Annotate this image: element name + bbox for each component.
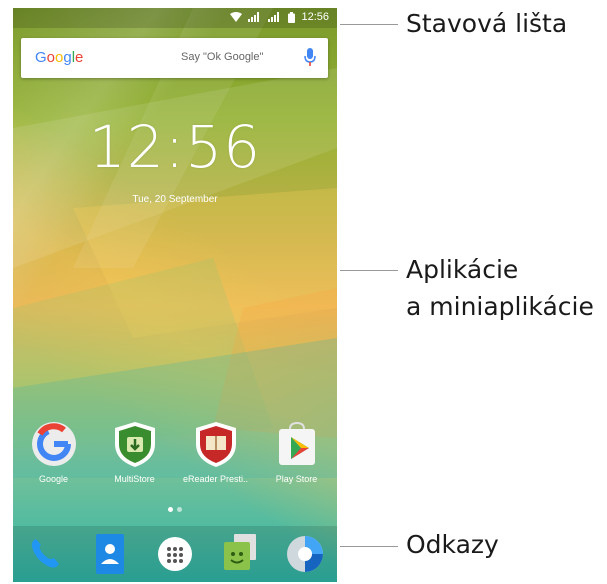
google-icon <box>30 420 78 468</box>
clock-widget[interactable]: 12:56 <box>13 113 337 181</box>
play-store-icon <box>273 420 321 468</box>
search-hint: Say "Ok Google" <box>181 51 264 63</box>
google-search-bar[interactable]: Google Say "Ok Google" <box>21 38 328 78</box>
page-dot-active <box>168 507 173 512</box>
app-row: Google MultiStore eReader Presti.. Play … <box>13 420 337 484</box>
app-play-store[interactable]: Play Store <box>257 420 337 484</box>
multistore-icon <box>111 420 159 468</box>
dock-messaging[interactable] <box>216 530 264 578</box>
app-multistore[interactable]: MultiStore <box>95 420 175 484</box>
page-indicator <box>13 507 337 512</box>
app-label: MultiStore <box>114 474 155 484</box>
battery-icon <box>288 11 296 23</box>
browser-icon <box>286 536 323 572</box>
mic-icon[interactable] <box>304 48 316 68</box>
signal-icon <box>248 12 260 22</box>
date-label: Tue, 20 September <box>132 194 218 205</box>
dock-phone[interactable] <box>21 530 69 578</box>
phone-screen: 12:56 Google Say "Ok Google" 12:56 Tue, … <box>13 8 337 582</box>
callout-shortcuts: Odkazy <box>406 530 499 559</box>
status-bar: 12:56 <box>13 8 337 28</box>
contacts-icon <box>96 534 125 574</box>
app-google[interactable]: Google <box>14 420 94 484</box>
dock <box>13 526 337 582</box>
signal-2-icon <box>268 12 280 22</box>
messaging-icon <box>223 534 256 570</box>
callout-apps-line1: Aplikácie <box>406 255 519 284</box>
callout-line-shortcuts <box>340 546 398 547</box>
app-label: Play Store <box>275 474 318 484</box>
dock-app-drawer[interactable] <box>151 530 199 578</box>
wifi-icon <box>230 12 243 22</box>
app-label: Google <box>38 474 69 484</box>
page-dot <box>177 507 182 512</box>
wallpaper <box>13 8 337 478</box>
app-drawer-icon <box>157 537 192 571</box>
phone-icon <box>32 539 60 568</box>
app-ereader[interactable]: eReader Presti.. <box>176 420 256 484</box>
callout-apps-line2: a miniaplikácie <box>406 292 594 321</box>
dock-contacts[interactable] <box>86 530 134 578</box>
callout-line-apps <box>340 270 398 271</box>
callout-status-bar: Stavová lišta <box>406 9 568 38</box>
status-time: 12:56 <box>301 11 329 23</box>
dock-browser[interactable] <box>281 530 329 578</box>
ereader-icon <box>192 420 240 468</box>
app-label: eReader Presti.. <box>182 474 249 484</box>
google-logo: Google <box>35 49 84 66</box>
callout-line-status <box>340 24 398 25</box>
